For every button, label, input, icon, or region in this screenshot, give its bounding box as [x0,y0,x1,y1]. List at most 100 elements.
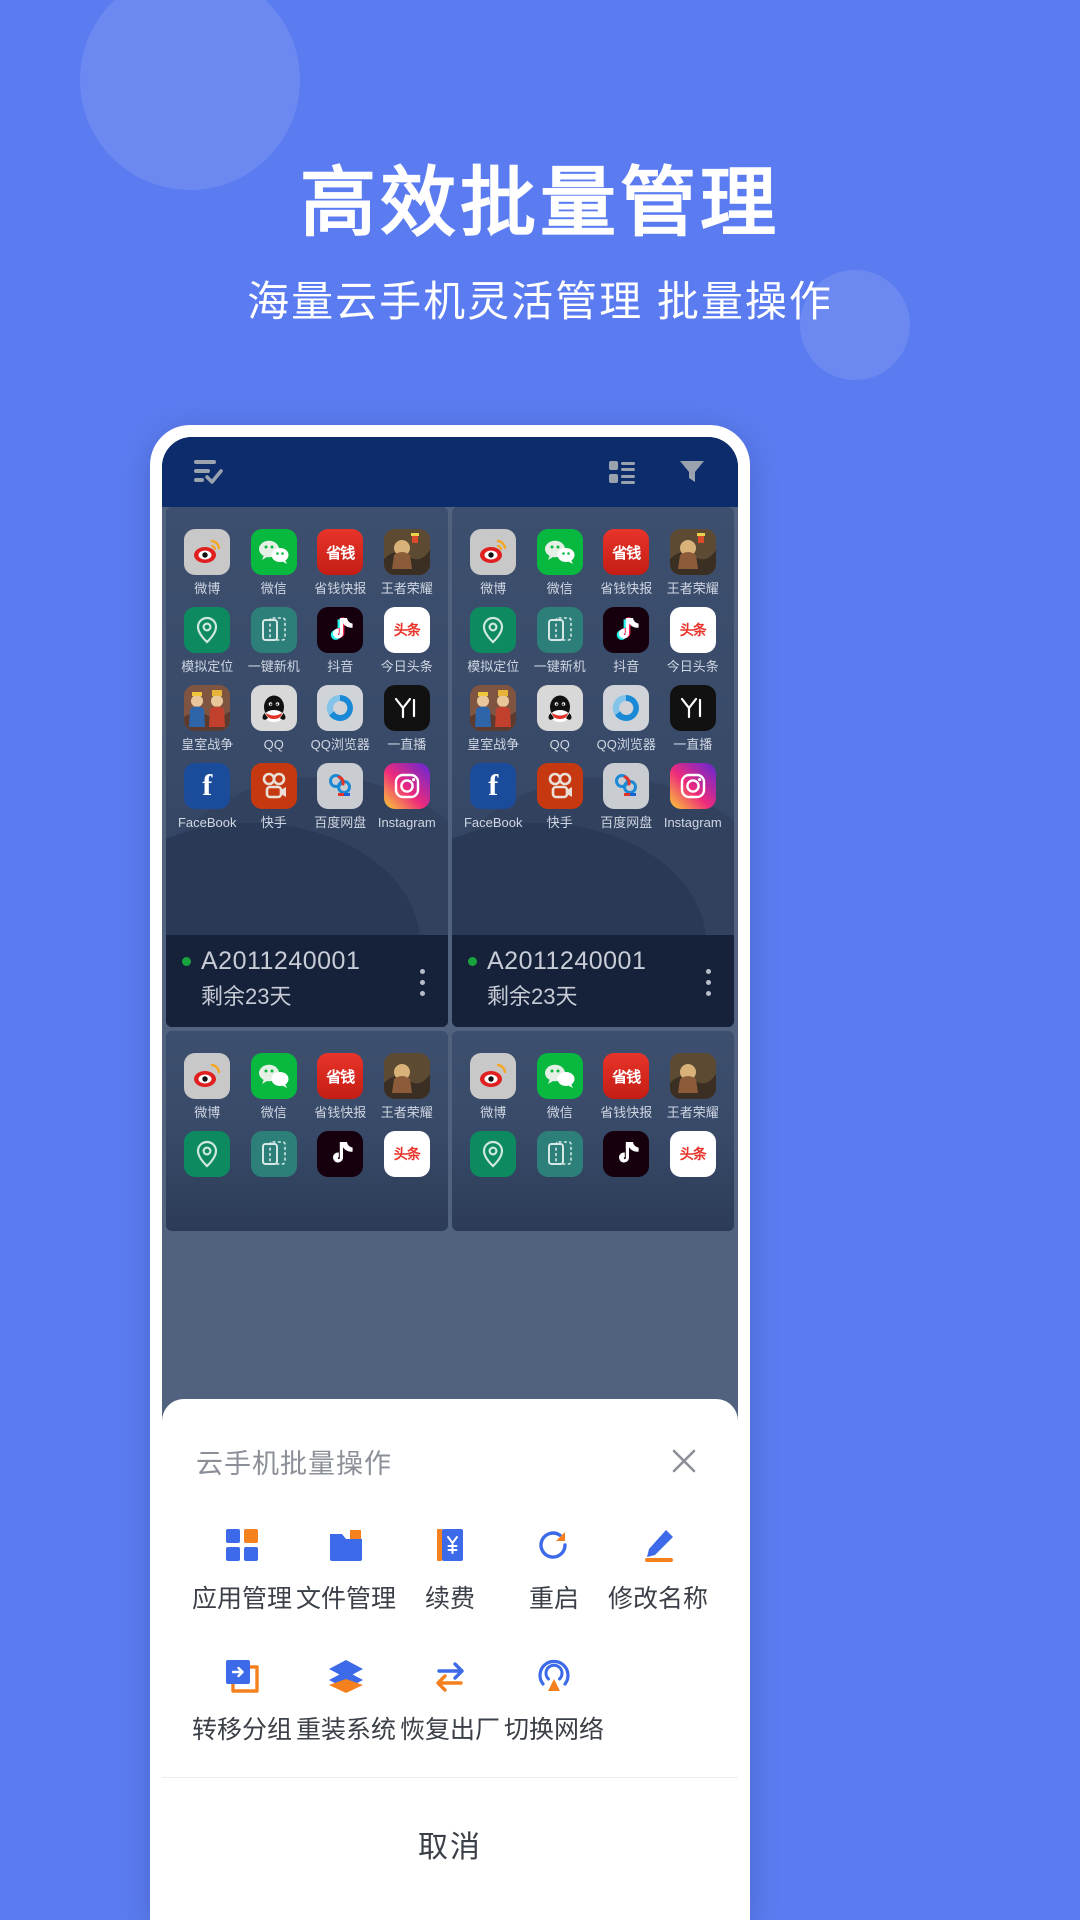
douyin-icon [603,1131,650,1177]
app-item[interactable]: 微博 [460,529,527,595]
action-factory-reset[interactable]: 恢复出厂 [398,1652,502,1743]
qq-icon [536,685,583,731]
cancel-button[interactable]: 取消 [162,1778,738,1916]
app-item[interactable] [241,1131,308,1177]
app-label: 微博 [480,1105,507,1120]
app-label: 抖音 [613,659,640,674]
app-item[interactable]: 模拟定位 [460,607,527,673]
wechat-icon [536,1053,583,1099]
app-item[interactable]: f FaceBook [460,763,527,829]
app-item[interactable]: QQ浏览器 [593,685,660,751]
app-item[interactable] [593,1131,660,1177]
action-label: 续费 [424,1585,475,1613]
app-item[interactable] [527,1131,594,1177]
app-item[interactable]: 快手 [527,763,594,829]
action-grid: 应用管理 文件管理 续费 重启 修改名称 转移分组 重装系统 恢复出厂 切换网络 [162,1515,738,1777]
filter-icon[interactable] [672,452,712,492]
app-item[interactable]: QQ [527,685,594,751]
app-item[interactable]: 头条 今日头条 [660,607,727,673]
app-item[interactable]: 微博 [174,1053,241,1119]
app-item[interactable]: 皇室战争 [174,685,241,751]
app-item[interactable]: 模拟定位 [174,607,241,673]
action-move-group[interactable]: 转移分组 [190,1652,294,1743]
device-card[interactable]: 微博 微信 省钱 省钱快报 王者荣耀 模拟定位 一键新机 抖音 头条 今日头条 皇室… [452,507,734,1027]
app-item[interactable]: 王者荣耀 [660,1053,727,1119]
action-restart[interactable]: 重启 [502,1521,606,1612]
new-device-icon [250,1131,297,1177]
list-view-icon[interactable] [602,452,642,492]
app-item[interactable]: 一键新机 [527,607,594,673]
app-item[interactable] [460,1131,527,1177]
app-item[interactable]: 百度网盘 [307,763,374,829]
app-item[interactable]: 省钱 省钱快报 [593,1053,660,1119]
app-item[interactable]: 微信 [527,1053,594,1119]
app-item[interactable]: 一键新机 [241,607,308,673]
app-item[interactable]: 王者荣耀 [374,529,441,595]
device-title-row: A2011240001 [182,949,432,974]
action-rename[interactable]: 修改名称 [606,1521,710,1612]
app-item[interactable]: 抖音 [593,607,660,673]
checklist-icon[interactable] [188,452,228,492]
app-label: 今日头条 [666,659,719,674]
app-item[interactable]: 百度网盘 [593,763,660,829]
app-item[interactable]: 头条 [660,1131,727,1177]
sheet-header: 云手机批量操作 [162,1399,738,1515]
app-label: 王者荣耀 [666,1105,719,1120]
app-item[interactable]: 一直播 [660,685,727,751]
app-item[interactable]: 微博 [460,1053,527,1119]
hero-text-block: 高效批量管理 海量云手机灵活管理 批量操作 [0,160,1080,328]
app-item[interactable]: 快手 [241,763,308,829]
action-file-management[interactable]: 文件管理 [294,1521,398,1612]
app-item[interactable]: 一直播 [374,685,441,751]
device-footer: A2011240001 剩余23天 [166,935,448,1027]
action-renew[interactable]: 续费 [398,1521,502,1612]
app-item[interactable]: Instagram [374,763,441,829]
shengqian-icon: 省钱 [603,1053,650,1099]
app-item[interactable] [307,1131,374,1177]
weibo-icon [470,529,517,575]
app-label: 皇室战争 [467,737,520,752]
app-label: 快手 [546,815,573,830]
app-item[interactable]: 微信 [241,1053,308,1119]
app-item[interactable]: f FaceBook [174,763,241,829]
app-item[interactable]: QQ [241,685,308,751]
device-card[interactable]: 微博 微信 省钱 省钱快报 王者荣耀 头条 [166,1031,448,1231]
app-item[interactable] [174,1131,241,1177]
app-label: QQ [549,737,570,752]
app-item[interactable]: 省钱 省钱快报 [307,1053,374,1119]
app-item[interactable]: 微博 [174,529,241,595]
app-item[interactable]: 皇室战争 [460,685,527,751]
device-card[interactable]: 微博 微信 省钱 省钱快报 王者荣耀 头条 [452,1031,734,1231]
app-item[interactable]: 微信 [527,529,594,595]
app-item[interactable]: 王者荣耀 [374,1053,441,1119]
new-device-icon [536,1131,583,1177]
wechat-icon [250,529,297,575]
baidu-netdisk-icon [603,763,650,809]
app-item[interactable]: QQ浏览器 [307,685,374,751]
app-label: QQ浏览器 [310,737,370,752]
app-item[interactable]: 省钱 省钱快报 [593,529,660,595]
device-remaining: 剩余23天 [487,984,578,1009]
action-switch-network[interactable]: 切换网络 [502,1652,606,1743]
app-label: 王者荣耀 [380,1105,433,1120]
app-item[interactable]: 头条 [374,1131,441,1177]
kebab-menu-icon[interactable] [420,969,426,1002]
action-reinstall-system[interactable]: 重装系统 [294,1652,398,1743]
app-item[interactable]: 微信 [241,529,308,595]
kebab-menu-icon[interactable] [706,969,712,1002]
device-app-grid: 微博 微信 省钱 省钱快报 王者荣耀 头条 [166,1031,448,1177]
device-card[interactable]: 微博 微信 省钱 省钱快报 王者荣耀 模拟定位 一键新机 抖音 头条 今日头条 皇室… [166,507,448,1027]
phone-mockup: 微博 微信 省钱 省钱快报 王者荣耀 模拟定位 一键新机 抖音 头条 今日头条 皇室… [150,425,750,1920]
factory-reset-icon [426,1652,474,1700]
device-title-row: A2011240001 [468,949,718,974]
new-device-icon [536,607,583,653]
app-item[interactable]: Instagram [660,763,727,829]
app-item[interactable]: 抖音 [307,607,374,673]
app-item[interactable]: 省钱 省钱快报 [307,529,374,595]
close-icon[interactable] [664,1441,704,1481]
action-app-management[interactable]: 应用管理 [190,1521,294,1612]
app-item[interactable]: 头条 今日头条 [374,607,441,673]
app-item[interactable]: 王者荣耀 [660,529,727,595]
weibo-icon [470,1053,517,1099]
batch-operations-sheet: 云手机批量操作 应用管理 文件管理 续费 重启 修改名称 转移分组 重装系统 恢… [162,1399,738,1920]
